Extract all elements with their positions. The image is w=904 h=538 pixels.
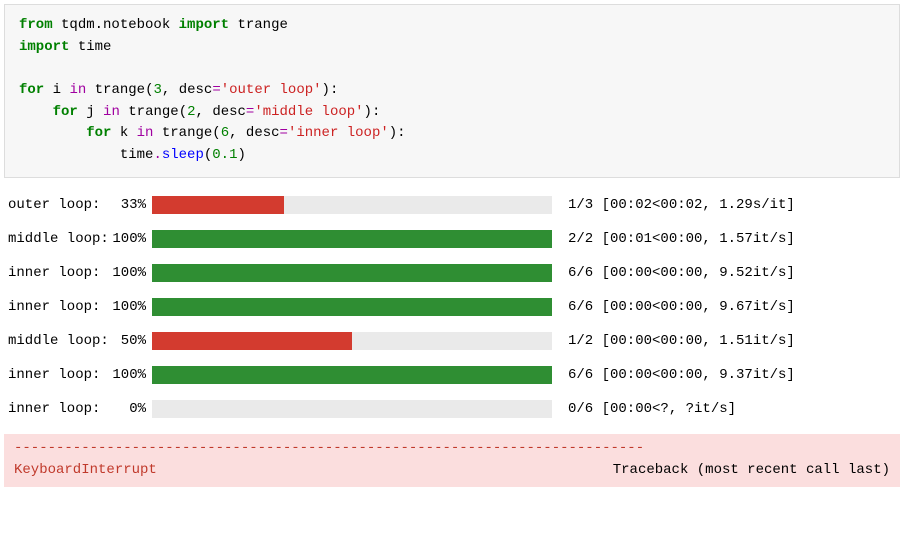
progress-label: middle loop:	[8, 231, 96, 247]
progress-bar	[152, 332, 552, 350]
progress-fill	[152, 298, 552, 316]
progress-percent: 33%	[102, 197, 146, 213]
progress-row: middle loop: 100% 2/2 [00:01<00:00, 1.57it…	[8, 230, 896, 248]
error-name: KeyboardInterrupt	[14, 460, 157, 482]
progress-row: inner loop: 100% 6/6 [00:00<00:00, 9.52it/…	[8, 264, 896, 282]
progress-meta: 6/6 [00:00<00:00, 9.67it/s]	[568, 299, 795, 315]
progress-percent: 100%	[102, 231, 146, 247]
progress-row: inner loop: 100% 6/6 [00:00<00:00, 9.37it/…	[8, 366, 896, 384]
keyword-for: for	[86, 125, 111, 141]
keyword-from: from	[19, 17, 53, 33]
traceback-separator: ----------------------------------------…	[14, 438, 890, 460]
progress-meta: 0/6 [00:00<?, ?it/s]	[568, 401, 736, 417]
progress-label: inner loop:	[8, 265, 96, 281]
keyword-import: import	[19, 39, 69, 55]
progress-percent: 50%	[102, 333, 146, 349]
progress-fill	[152, 230, 552, 248]
progress-bar	[152, 298, 552, 316]
progress-row: outer loop: 33% 1/3 [00:02<00:02, 1.29s/it…	[8, 196, 896, 214]
keyword-for: for	[53, 104, 78, 120]
progress-label: middle loop:	[8, 333, 96, 349]
progress-meta: 1/2 [00:00<00:00, 1.51it/s]	[568, 333, 795, 349]
progress-meta: 6/6 [00:00<00:00, 9.37it/s]	[568, 367, 795, 383]
progress-percent: 100%	[102, 299, 146, 315]
progress-label: outer loop:	[8, 197, 96, 213]
progress-percent: 0%	[102, 401, 146, 417]
keyword-for: for	[19, 82, 44, 98]
module-name: time	[78, 39, 112, 55]
progress-row: inner loop: 0% 0/6 [00:00<?, ?it/s]	[8, 400, 896, 418]
progress-fill	[152, 332, 352, 350]
progress-fill	[152, 196, 284, 214]
progress-bar	[152, 264, 552, 282]
progress-label: inner loop:	[8, 299, 96, 315]
code-cell[interactable]: from tqdm.notebook import trange import …	[4, 4, 900, 178]
import-name: trange	[237, 17, 287, 33]
progress-bar	[152, 196, 552, 214]
progress-fill	[152, 264, 552, 282]
progress-meta: 2/2 [00:01<00:00, 1.57it/s]	[568, 231, 795, 247]
progress-label: inner loop:	[8, 401, 96, 417]
progress-output: outer loop: 33% 1/3 [00:02<00:02, 1.29s/it…	[0, 196, 904, 418]
progress-row: middle loop: 50% 1/2 [00:00<00:00, 1.51it/…	[8, 332, 896, 350]
progress-bar	[152, 366, 552, 384]
progress-bar	[152, 230, 552, 248]
keyword-import: import	[179, 17, 229, 33]
progress-row: inner loop: 100% 6/6 [00:00<00:00, 9.67it/…	[8, 298, 896, 316]
progress-meta: 6/6 [00:00<00:00, 9.52it/s]	[568, 265, 795, 281]
progress-meta: 1/3 [00:02<00:02, 1.29s/it]	[568, 197, 795, 213]
traceback-label: Traceback (most recent call last)	[613, 460, 890, 482]
progress-bar	[152, 400, 552, 418]
progress-label: inner loop:	[8, 367, 96, 383]
progress-percent: 100%	[102, 265, 146, 281]
module-name: tqdm.notebook	[61, 17, 170, 33]
progress-percent: 100%	[102, 367, 146, 383]
traceback-block: ----------------------------------------…	[4, 434, 900, 487]
progress-fill	[152, 366, 552, 384]
